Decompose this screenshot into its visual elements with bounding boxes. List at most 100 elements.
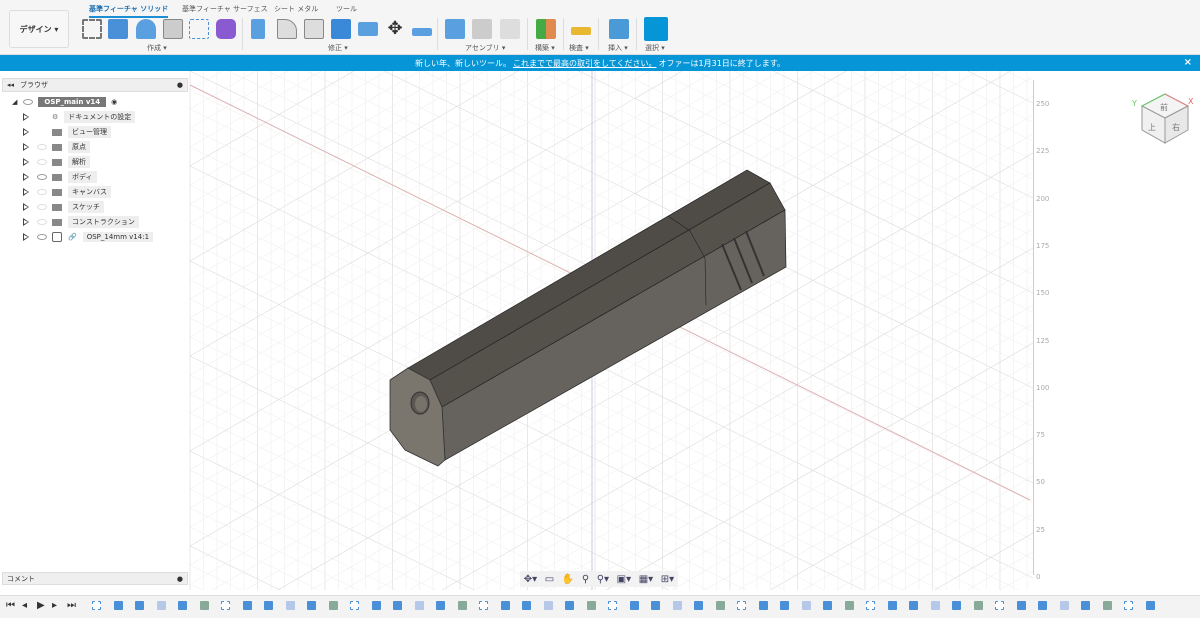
timeline-feature-icon[interactable] bbox=[1124, 601, 1133, 610]
construct-plane-icon[interactable] bbox=[536, 19, 556, 39]
timeline-feature-icon[interactable] bbox=[758, 601, 768, 610]
timeline-feature-icon[interactable] bbox=[500, 601, 510, 610]
timeline-feature-icon[interactable] bbox=[694, 601, 703, 610]
timeline-feature-icon[interactable] bbox=[414, 601, 424, 610]
canvas-viewport[interactable] bbox=[0, 70, 1200, 591]
timeline-feature-icon[interactable] bbox=[307, 601, 316, 610]
timeline-feature-icon[interactable] bbox=[909, 601, 918, 610]
close-icon[interactable]: × bbox=[1184, 57, 1192, 68]
timeline-feature-icon[interactable] bbox=[887, 601, 897, 610]
workspace-dropdown[interactable]: デザイン ▾ bbox=[9, 10, 69, 48]
create-sketch-icon[interactable] bbox=[82, 19, 102, 39]
tab-surface[interactable]: 基準フィーチャ サーフェス bbox=[182, 4, 268, 14]
timeline-feature-icon[interactable] bbox=[1081, 601, 1090, 610]
banner-link[interactable]: これまでで最高の取引をしてください。 bbox=[513, 58, 657, 69]
comments-panel[interactable]: コメント ● bbox=[2, 572, 188, 585]
timeline-feature-icon[interactable] bbox=[522, 601, 531, 610]
expand-triangle-icon[interactable] bbox=[23, 173, 29, 181]
expand-triangle-icon[interactable] bbox=[23, 143, 29, 151]
press-pull-icon[interactable] bbox=[251, 19, 265, 39]
tab-tools[interactable]: ツール bbox=[336, 4, 357, 14]
expand-triangle-icon[interactable] bbox=[23, 158, 29, 166]
add-comment-icon[interactable]: ● bbox=[177, 575, 183, 583]
timeline-feature-icon[interactable] bbox=[436, 601, 445, 610]
pin-icon[interactable]: ● bbox=[177, 81, 183, 89]
timeline-feature-icon[interactable] bbox=[135, 601, 144, 610]
zoom-icon[interactable]: ⚲ bbox=[582, 574, 589, 585]
browser-item[interactable]: ⚙ ドキュメントの設定 bbox=[23, 111, 136, 123]
construct-menu[interactable]: 構築 ▾ bbox=[535, 43, 555, 53]
move-icon[interactable]: ✥ bbox=[385, 19, 405, 39]
collapse-icon[interactable]: ◂◂ bbox=[7, 81, 14, 89]
browser-item[interactable]: ビュー管理 bbox=[23, 126, 111, 138]
timeline-feature-icon[interactable] bbox=[1145, 601, 1155, 610]
timeline-feature-icon[interactable] bbox=[973, 601, 983, 610]
split-icon[interactable] bbox=[358, 22, 378, 36]
timeline-feature-icon[interactable] bbox=[565, 601, 574, 610]
expand-triangle-icon[interactable] bbox=[23, 188, 29, 196]
display-settings-icon[interactable]: ▣▾ bbox=[617, 574, 631, 585]
combine-icon[interactable] bbox=[331, 19, 351, 39]
viewcube-right[interactable]: 右 bbox=[1172, 122, 1180, 132]
timeline-feature-icon[interactable] bbox=[1059, 601, 1069, 610]
timeline-feature-icon[interactable] bbox=[113, 601, 123, 610]
expand-triangle-icon[interactable] bbox=[23, 218, 29, 226]
select-menu[interactable]: 選択 ▾ bbox=[645, 43, 665, 53]
model-scene[interactable] bbox=[0, 70, 1200, 591]
revolve-icon[interactable] bbox=[136, 19, 156, 39]
tab-sheet-metal[interactable]: シート メタル bbox=[274, 4, 318, 14]
suppressor-body[interactable] bbox=[389, 169, 787, 467]
browser-item[interactable]: 解析 bbox=[23, 156, 90, 168]
timeline-feature-icon[interactable] bbox=[737, 601, 746, 610]
browser-item[interactable]: キャンバス bbox=[23, 186, 111, 198]
expand-triangle-icon[interactable] bbox=[23, 113, 29, 121]
timeline-feature-icon[interactable] bbox=[1038, 601, 1047, 610]
eye-icon[interactable] bbox=[37, 234, 47, 240]
step-back-icon[interactable]: ◂ bbox=[22, 600, 27, 611]
eye-icon[interactable] bbox=[37, 144, 47, 150]
timeline-feature-icon[interactable] bbox=[780, 601, 789, 610]
timeline-feature-icon[interactable] bbox=[952, 601, 961, 610]
timeline-feature-icon[interactable] bbox=[156, 601, 166, 610]
timeline-feature-icon[interactable] bbox=[629, 601, 639, 610]
viewcube-top[interactable]: 上 bbox=[1148, 123, 1156, 132]
timeline-feature-icon[interactable] bbox=[844, 601, 854, 610]
insert-image-icon[interactable] bbox=[609, 19, 629, 39]
timeline-feature-icon[interactable] bbox=[479, 601, 488, 610]
timeline-feature-icon[interactable] bbox=[178, 601, 187, 610]
as-built-joint-icon[interactable] bbox=[500, 19, 520, 39]
eye-icon[interactable] bbox=[23, 99, 34, 105]
timeline-feature-icon[interactable] bbox=[930, 601, 940, 610]
viewcube-front[interactable]: 前 bbox=[1160, 102, 1168, 112]
grid-settings-icon[interactable]: ▦▾ bbox=[639, 574, 653, 585]
expand-triangle-icon[interactable] bbox=[23, 233, 29, 241]
orbit-icon[interactable]: ✥▾ bbox=[524, 574, 537, 585]
timeline-feature-icon[interactable] bbox=[328, 601, 338, 610]
timeline-feature-icon[interactable] bbox=[715, 601, 725, 610]
viewports-icon[interactable]: ⊞▾ bbox=[661, 574, 674, 585]
timeline-feature-icon[interactable] bbox=[1102, 601, 1112, 610]
timeline-feature-icon[interactable] bbox=[801, 601, 811, 610]
pattern-icon[interactable] bbox=[189, 19, 209, 39]
eye-icon[interactable] bbox=[37, 219, 47, 225]
eye-icon[interactable] bbox=[37, 189, 47, 195]
pan-icon[interactable]: ✋ bbox=[562, 574, 574, 585]
align-icon[interactable] bbox=[412, 28, 432, 36]
timeline-feature-icon[interactable] bbox=[371, 601, 381, 610]
timeline-feature-icon[interactable] bbox=[586, 601, 596, 610]
timeline-feature-icon[interactable] bbox=[350, 601, 359, 610]
browser-item[interactable]: 原点 bbox=[23, 141, 90, 153]
joint-icon[interactable] bbox=[472, 19, 492, 39]
timeline-feature-icon[interactable] bbox=[1016, 601, 1026, 610]
activate-radio-icon[interactable]: ◉ bbox=[111, 98, 117, 106]
browser-item[interactable]: スケッチ bbox=[23, 201, 104, 213]
go-to-start-icon[interactable]: ⏮ bbox=[6, 600, 15, 611]
fillet-icon[interactable] bbox=[277, 19, 297, 39]
new-component-icon[interactable] bbox=[445, 19, 465, 39]
timeline-feature-icon[interactable] bbox=[651, 601, 660, 610]
shell-icon[interactable] bbox=[304, 19, 324, 39]
timeline-feature-icon[interactable] bbox=[866, 601, 875, 610]
select-icon[interactable] bbox=[644, 17, 668, 41]
step-forward-icon[interactable]: ▸ bbox=[52, 600, 57, 611]
timeline-feature-icon[interactable] bbox=[995, 601, 1004, 610]
